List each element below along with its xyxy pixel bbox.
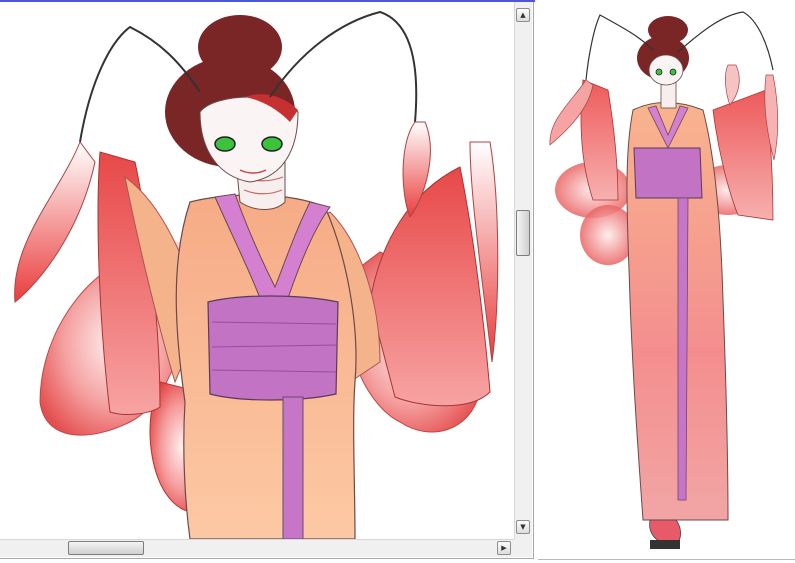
arrow-down-icon: ▼ <box>520 522 526 531</box>
zoomed-view-panel[interactable]: ▲ ▼ ▶ <box>0 2 534 559</box>
scroll-down-button[interactable]: ▼ <box>516 520 530 534</box>
scroll-right-button[interactable]: ▶ <box>497 541 511 555</box>
full-preview-panel[interactable] <box>538 0 795 563</box>
moth-geisha-closeup-artwork <box>14 10 499 539</box>
preview-bottom-border <box>538 559 795 560</box>
moth-geisha-full-figure-artwork <box>549 11 779 549</box>
vertical-scroll-thumb[interactable] <box>516 210 530 256</box>
scroll-up-button[interactable]: ▲ <box>516 8 530 22</box>
horizontal-scroll-thumb[interactable] <box>68 541 144 555</box>
horizontal-scrollbar[interactable]: ▶ <box>0 539 514 557</box>
arrow-right-icon: ▶ <box>501 543 507 552</box>
arrow-up-icon: ▲ <box>520 10 526 19</box>
vertical-scrollbar[interactable]: ▲ ▼ <box>514 2 532 539</box>
scrollbar-corner <box>514 539 532 557</box>
zoomed-canvas[interactable] <box>0 2 514 539</box>
